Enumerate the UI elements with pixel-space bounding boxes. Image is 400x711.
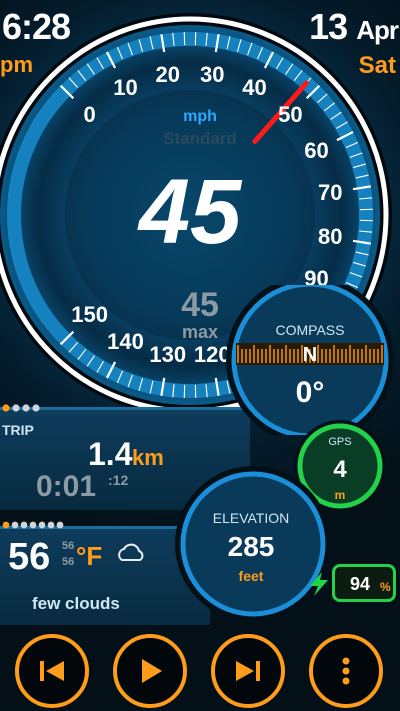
gauge-tick-label: 10 xyxy=(113,75,138,101)
elevation-unit: feet xyxy=(238,568,264,584)
gauge-tick-label: 150 xyxy=(71,302,108,328)
trip-duration-seconds: :12 xyxy=(108,472,129,488)
page-dot xyxy=(32,404,40,412)
weather-condition: few clouds xyxy=(32,594,120,613)
gauge-tick-label: 40 xyxy=(242,75,267,101)
page-dot xyxy=(12,404,20,412)
page-dot xyxy=(2,521,10,529)
date-number: 13 xyxy=(309,6,348,47)
gauge-tick-label: 20 xyxy=(155,61,181,87)
gps-label: GPS xyxy=(328,436,352,448)
temperature-low: 56 xyxy=(62,556,75,568)
gauge-tick-label: 50 xyxy=(278,101,303,127)
current-speed: 45 xyxy=(138,161,242,263)
play-button[interactable] xyxy=(113,634,187,708)
gauge-tick-label: 60 xyxy=(304,137,329,163)
speed-mode[interactable]: Standard xyxy=(140,129,260,149)
page-dot xyxy=(11,521,19,529)
date-weekday: Sat xyxy=(358,52,396,79)
compass-label: COMPASS xyxy=(275,322,345,338)
gauge-tick-label: 140 xyxy=(107,328,144,354)
skip-previous-icon xyxy=(40,661,64,681)
clock-ampm: pm xyxy=(0,52,33,77)
previous-button[interactable] xyxy=(15,634,89,708)
battery-value: 94 xyxy=(350,574,371,594)
gauge-tick-label: 130 xyxy=(149,342,187,368)
page-dot xyxy=(47,521,55,529)
trip-page-dots xyxy=(2,404,40,412)
date-day: 13 Apr xyxy=(309,6,399,48)
trip-duration: 0:01 xyxy=(36,470,97,503)
clock-time: 6:28 xyxy=(2,6,71,47)
trip-distance: 1.4 xyxy=(88,436,133,472)
page-dot xyxy=(29,521,37,529)
page-dot xyxy=(38,521,46,529)
elevation-value: 285 xyxy=(227,531,275,562)
menu-button[interactable] xyxy=(309,634,383,708)
max-speed-value: 45 xyxy=(181,286,219,324)
speed-unit[interactable]: mph xyxy=(160,108,240,126)
elevation-label: ELEVATION xyxy=(212,510,290,526)
compass-heading-letter: N xyxy=(302,344,318,366)
trip-label: TRIP xyxy=(2,422,34,438)
page-dot xyxy=(2,404,10,412)
gauge-tick-label: 80 xyxy=(318,224,343,250)
page-dot xyxy=(22,404,30,412)
play-icon xyxy=(142,659,162,683)
more-vertical-icon xyxy=(342,657,350,685)
temperature: 56 xyxy=(8,536,51,578)
trip-distance-unit: km xyxy=(132,445,164,470)
gauge-tick-label: 0 xyxy=(83,101,96,127)
temperature-unit: °F xyxy=(76,541,103,571)
next-button[interactable] xyxy=(211,634,285,708)
cloud-sun-icon xyxy=(118,543,144,561)
gauge-tick-label: 70 xyxy=(318,179,343,205)
battery-unit: % xyxy=(380,580,391,594)
weather-page-dots xyxy=(2,521,64,529)
compass-degrees: 0° xyxy=(295,376,325,409)
charging-bolt-icon xyxy=(310,572,328,596)
temperature-high: 56 xyxy=(62,540,75,552)
skip-next-icon xyxy=(236,661,260,681)
page-dot xyxy=(20,521,28,529)
gauge-tick-label: 30 xyxy=(199,61,225,87)
date-month: Apr xyxy=(356,15,399,45)
max-speed-label: max xyxy=(181,322,219,342)
page-dot xyxy=(56,521,64,529)
